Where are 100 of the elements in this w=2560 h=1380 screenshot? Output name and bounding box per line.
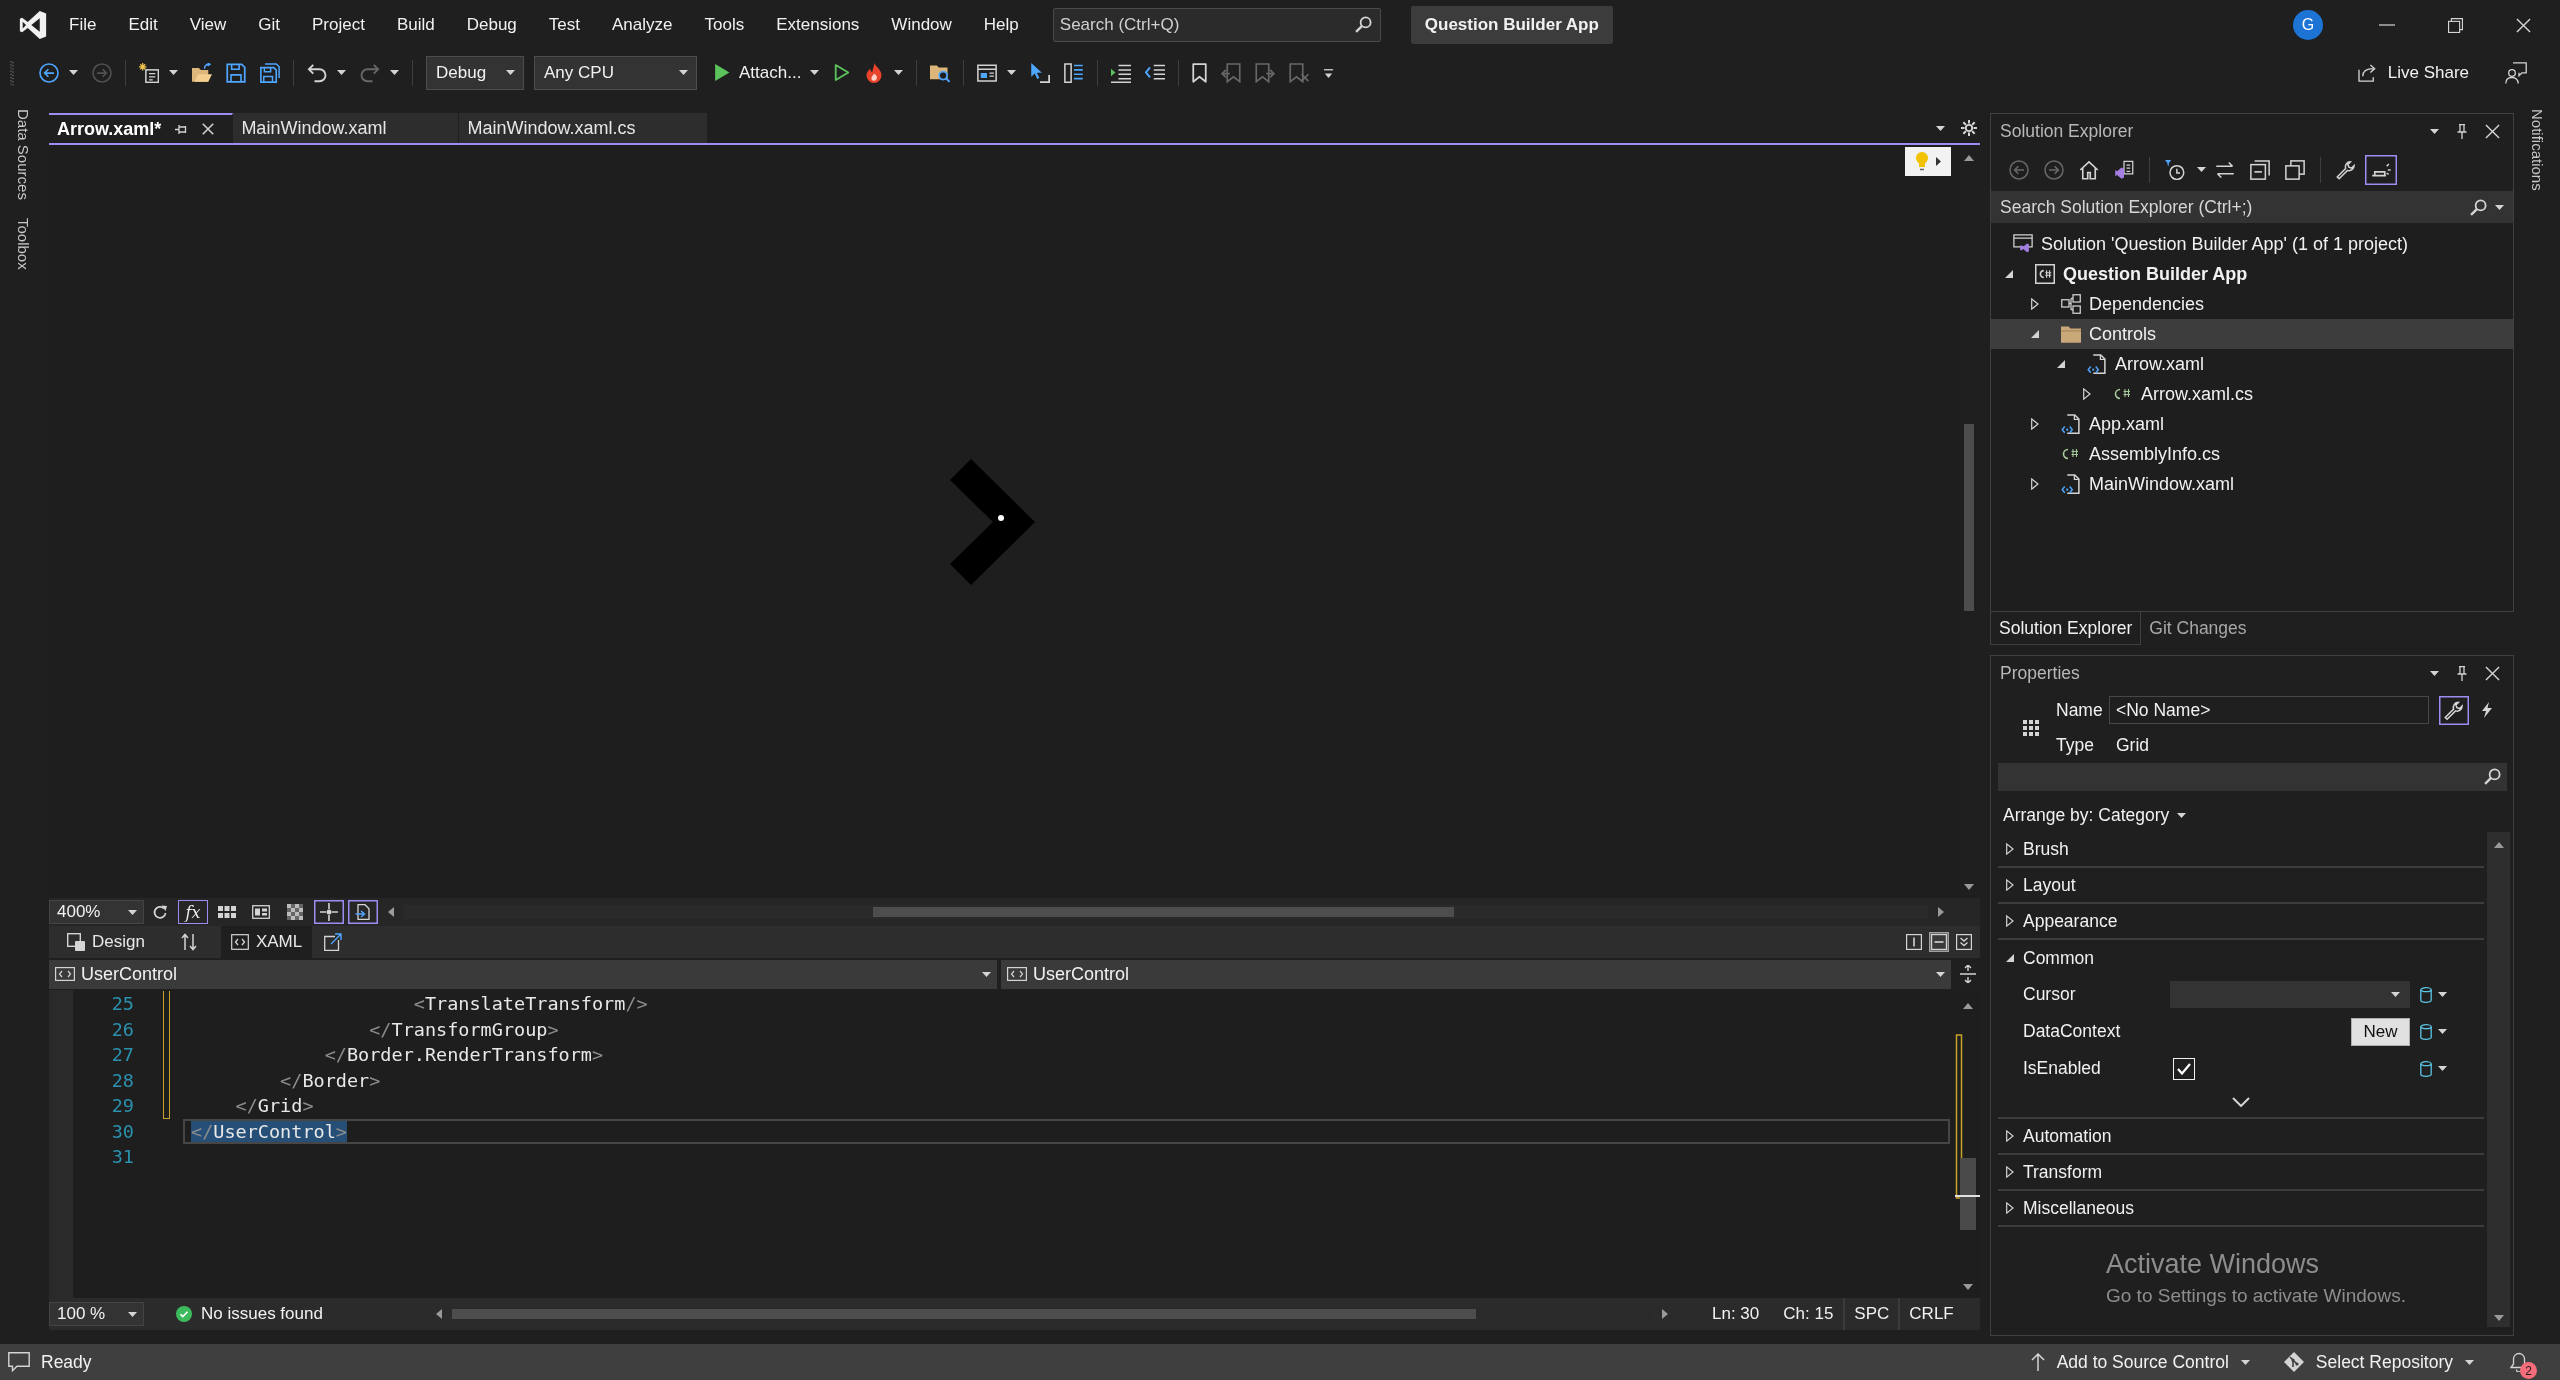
scroll-down-icon[interactable]: [1962, 1284, 1973, 1290]
close-icon[interactable]: [202, 123, 215, 135]
property-search-field[interactable]: [1998, 763, 2507, 791]
new-value-button[interactable]: New: [2351, 1017, 2410, 1046]
back-icon[interactable]: [39, 62, 59, 83]
menu-item[interactable]: Project: [296, 10, 381, 40]
grid-icon[interactable]: [218, 905, 236, 919]
whitespace-indicator[interactable]: SPC: [1843, 1298, 1899, 1330]
category-header[interactable]: Appearance: [1998, 904, 2484, 940]
menu-item[interactable]: View: [173, 10, 243, 40]
tool-window-tab[interactable]: Notifications: [2528, 109, 2546, 191]
tree-item[interactable]: MainWindow.xaml: [1991, 469, 2513, 499]
menu-item[interactable]: Debug: [450, 10, 533, 40]
menu-item[interactable]: Help: [967, 10, 1035, 40]
database-icon[interactable]: [2420, 986, 2432, 1003]
undo-icon[interactable]: [307, 62, 327, 83]
caret-icon[interactable]: [2430, 128, 2439, 134]
close-icon[interactable]: [2515, 17, 2531, 33]
collapsed-icon[interactable]: [2083, 388, 2091, 400]
tree-item[interactable]: App.xaml: [1991, 409, 2513, 439]
caret-icon[interactable]: [2495, 205, 2504, 210]
window-layout-icon[interactable]: [977, 62, 998, 83]
scrollbar-thumb[interactable]: [873, 907, 1454, 917]
category-header[interactable]: Brush: [1998, 832, 2484, 868]
caret-icon[interactable]: [894, 70, 904, 75]
tool-window-tab[interactable]: Toolbox: [15, 217, 32, 270]
split-editor-icon[interactable]: [1959, 965, 1976, 983]
caret-icon[interactable]: [169, 70, 178, 75]
caret-icon[interactable]: [1936, 125, 1945, 131]
play-outline-icon[interactable]: [834, 63, 851, 82]
tree-item[interactable]: Arrow.xaml.cs: [1991, 379, 2513, 409]
name-field[interactable]: <No Name>: [2109, 696, 2429, 724]
wrench-icon[interactable]: [2439, 695, 2469, 725]
pin-icon[interactable]: [175, 123, 189, 135]
database-icon[interactable]: [2420, 1023, 2432, 1040]
caret-icon[interactable]: [2438, 1029, 2447, 1034]
crosshair-icon[interactable]: [314, 900, 344, 924]
restore-icon[interactable]: [2447, 17, 2463, 33]
page-snap-icon[interactable]: [348, 900, 378, 924]
bookmark-icon[interactable]: [1192, 62, 1208, 83]
close-icon[interactable]: [2485, 123, 2500, 139]
document-tab[interactable]: MainWindow.xaml.cs: [459, 113, 709, 143]
category-header[interactable]: Transform: [1998, 1155, 2484, 1191]
pointer-icon[interactable]: [1030, 62, 1051, 83]
wrench-icon[interactable]: [2336, 159, 2356, 180]
split-vertical-icon[interactable]: [1906, 934, 1922, 950]
menu-item[interactable]: Git: [242, 10, 296, 40]
sync-icon[interactable]: [2215, 159, 2235, 180]
category-header[interactable]: Layout: [1998, 868, 2484, 904]
lightning-icon[interactable]: [2481, 702, 2493, 718]
menu-item[interactable]: Tools: [688, 10, 761, 40]
caret-icon[interactable]: [2438, 992, 2447, 997]
database-icon[interactable]: [2420, 1060, 2432, 1077]
issues-status[interactable]: No issues found: [201, 1304, 436, 1324]
collapse-all-icon[interactable]: [2250, 159, 2270, 180]
menu-item[interactable]: File: [53, 10, 113, 40]
caret-icon[interactable]: [1007, 70, 1017, 75]
scroll-left-icon[interactable]: [436, 1309, 442, 1319]
checkbox[interactable]: [2173, 1057, 2195, 1080]
view-tab[interactable]: Design: [57, 926, 155, 958]
chevron-down-icon[interactable]: [2232, 1097, 2250, 1107]
category-header[interactable]: Automation: [1998, 1119, 2484, 1155]
menu-item[interactable]: Test: [532, 10, 596, 40]
pin-icon[interactable]: [2457, 665, 2467, 681]
search-field[interactable]: Search (Ctrl+Q): [1052, 8, 1381, 42]
home-icon[interactable]: [2079, 159, 2099, 180]
expanded-icon[interactable]: [2031, 330, 2039, 338]
start-button[interactable]: Attach...: [714, 62, 802, 83]
feedback-icon[interactable]: [2505, 61, 2527, 84]
repository-button[interactable]: Select Repository: [2283, 1351, 2474, 1373]
grip-icon[interactable]: [10, 59, 14, 86]
scroll-down-icon[interactable]: [2493, 1315, 2504, 1321]
account-avatar[interactable]: G: [2293, 10, 2323, 40]
pin-icon[interactable]: [2457, 123, 2467, 139]
line-ending-indicator[interactable]: CRLF: [1898, 1298, 1963, 1330]
layout-grid-icon[interactable]: [252, 905, 270, 919]
live-share-button[interactable]: Live Share: [2357, 62, 2469, 83]
preview-icon[interactable]: [2365, 154, 2397, 185]
switch-views-icon[interactable]: [2114, 159, 2134, 180]
platform-dropdown[interactable]: Any CPU: [534, 55, 697, 90]
scope-dropdown[interactable]: UserControl: [49, 959, 997, 989]
scroll-up-icon[interactable]: [1964, 155, 1974, 161]
stacked-pages-icon[interactable]: [2285, 159, 2305, 180]
collapsed-icon[interactable]: [2031, 478, 2039, 490]
lightbulb-icon[interactable]: [1905, 147, 1951, 176]
zoom-dropdown[interactable]: 400%: [49, 900, 144, 924]
expanded-icon[interactable]: [2057, 360, 2065, 368]
scroll-right-icon[interactable]: [1662, 1309, 1668, 1319]
clock-filter-icon[interactable]: [2165, 159, 2185, 180]
tree-item[interactable]: Controls: [1991, 319, 2513, 349]
category-header[interactable]: Common: [1998, 940, 2484, 976]
open-folder-icon[interactable]: [192, 62, 212, 83]
popout-icon[interactable]: [324, 933, 343, 951]
tree-item[interactable]: Arrow.xaml: [1991, 349, 2513, 379]
tree-item[interactable]: Dependencies: [1991, 289, 2513, 319]
configuration-dropdown[interactable]: Debug: [426, 55, 524, 90]
refresh-icon[interactable]: [152, 904, 168, 920]
caret-icon[interactable]: [810, 70, 820, 75]
menu-item[interactable]: Build: [380, 10, 451, 40]
save-icon[interactable]: [226, 62, 246, 83]
